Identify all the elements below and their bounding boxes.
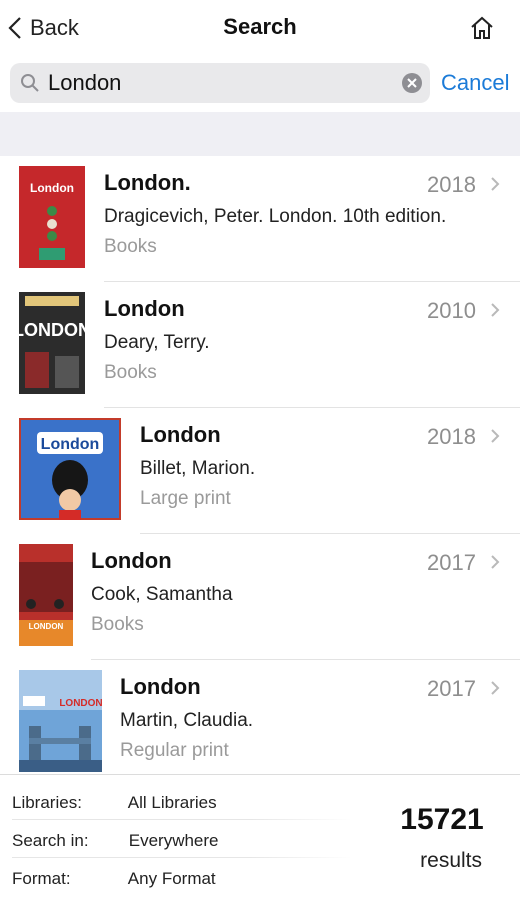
- cover-title-text: LONDON: [29, 622, 64, 631]
- search-summary-footer: Libraries: All Libraries Search in: Ever…: [0, 774, 520, 901]
- nav-bar: Back Search: [0, 0, 520, 57]
- result-year: 2018: [427, 424, 476, 449]
- libraries-value: All Libraries: [127, 793, 217, 812]
- home-icon: [471, 16, 493, 39]
- result-format: Books: [104, 362, 157, 383]
- results-count: 15721: [400, 803, 484, 836]
- results-label: results: [420, 849, 482, 872]
- book-cover: LONDON: [19, 670, 103, 772]
- book-cover-image: LONDON: [13, 292, 91, 394]
- result-year: 2017: [427, 550, 476, 575]
- chevron-right-icon: [491, 303, 500, 317]
- libraries-label: Libraries:: [12, 793, 82, 812]
- format-filter[interactable]: Format: Any Format: [12, 869, 216, 889]
- result-author: Billet, Marion.: [140, 458, 256, 479]
- result-author: Martin, Claudia.: [120, 710, 254, 731]
- result-format: Large print: [140, 488, 231, 509]
- result-year: 2010: [427, 298, 476, 323]
- result-row[interactable]: London London. Dragicevich, Peter. Londo…: [0, 156, 520, 282]
- search-in-label: Search in:: [12, 831, 89, 850]
- result-row[interactable]: LONDON London Deary, Terry. Books 2010: [0, 282, 520, 408]
- book-cover-image: London: [17, 416, 123, 522]
- cover-title-text: LONDON: [59, 698, 102, 709]
- chevron-right-icon: [491, 429, 500, 443]
- format-value: Any Format: [127, 869, 216, 888]
- results-list: London London. Dragicevich, Peter. Londo…: [0, 156, 520, 774]
- result-year: 2018: [427, 172, 476, 197]
- search-bar: Cancel: [0, 56, 520, 112]
- cover-title-text: London: [30, 181, 74, 195]
- search-field-container[interactable]: [10, 63, 430, 103]
- section-spacer: [0, 112, 520, 156]
- home-button[interactable]: [468, 14, 496, 42]
- result-row[interactable]: LONDON London Cook, Samantha Books 2017: [0, 534, 520, 660]
- result-row[interactable]: London London Billet, Marion. Large prin…: [0, 408, 520, 534]
- search-in-value: Everywhere: [128, 831, 219, 850]
- result-author: Dragicevich, Peter. London. 10th edition…: [104, 206, 447, 227]
- result-format: Regular print: [120, 740, 229, 761]
- format-label: Format:: [12, 869, 71, 888]
- book-cover: London: [17, 416, 123, 522]
- search-in-filter[interactable]: Search in: Everywhere: [12, 831, 219, 851]
- book-cover: LONDON: [13, 292, 91, 394]
- result-format: Books: [91, 614, 144, 635]
- cover-title-text: London: [41, 436, 100, 453]
- result-format: Books: [104, 236, 157, 257]
- book-cover-image: LONDON: [19, 670, 103, 772]
- book-cover: LONDON: [19, 544, 73, 646]
- filter-divider: [12, 857, 352, 858]
- search-input[interactable]: [46, 69, 390, 97]
- chevron-right-icon: [491, 177, 500, 191]
- result-author: Cook, Samantha: [91, 584, 233, 605]
- result-year: 2017: [427, 676, 476, 701]
- result-row[interactable]: LONDON London Martin, Claudia. Regular p…: [0, 660, 520, 774]
- clear-icon[interactable]: [402, 73, 422, 93]
- cover-title-text: LONDON: [19, 320, 85, 340]
- magnifier-icon: [21, 74, 39, 92]
- page-title: Search: [223, 14, 297, 39]
- book-cover-image: LONDON: [19, 544, 73, 646]
- libraries-filter[interactable]: Libraries: All Libraries: [12, 793, 217, 813]
- filter-divider: [12, 819, 352, 820]
- book-cover-image: London: [19, 166, 85, 268]
- chevron-right-icon: [491, 681, 500, 695]
- book-cover: London: [19, 166, 85, 268]
- chevron-right-icon: [491, 555, 500, 569]
- result-author: Deary, Terry.: [104, 332, 210, 353]
- cancel-button[interactable]: Cancel: [441, 70, 509, 96]
